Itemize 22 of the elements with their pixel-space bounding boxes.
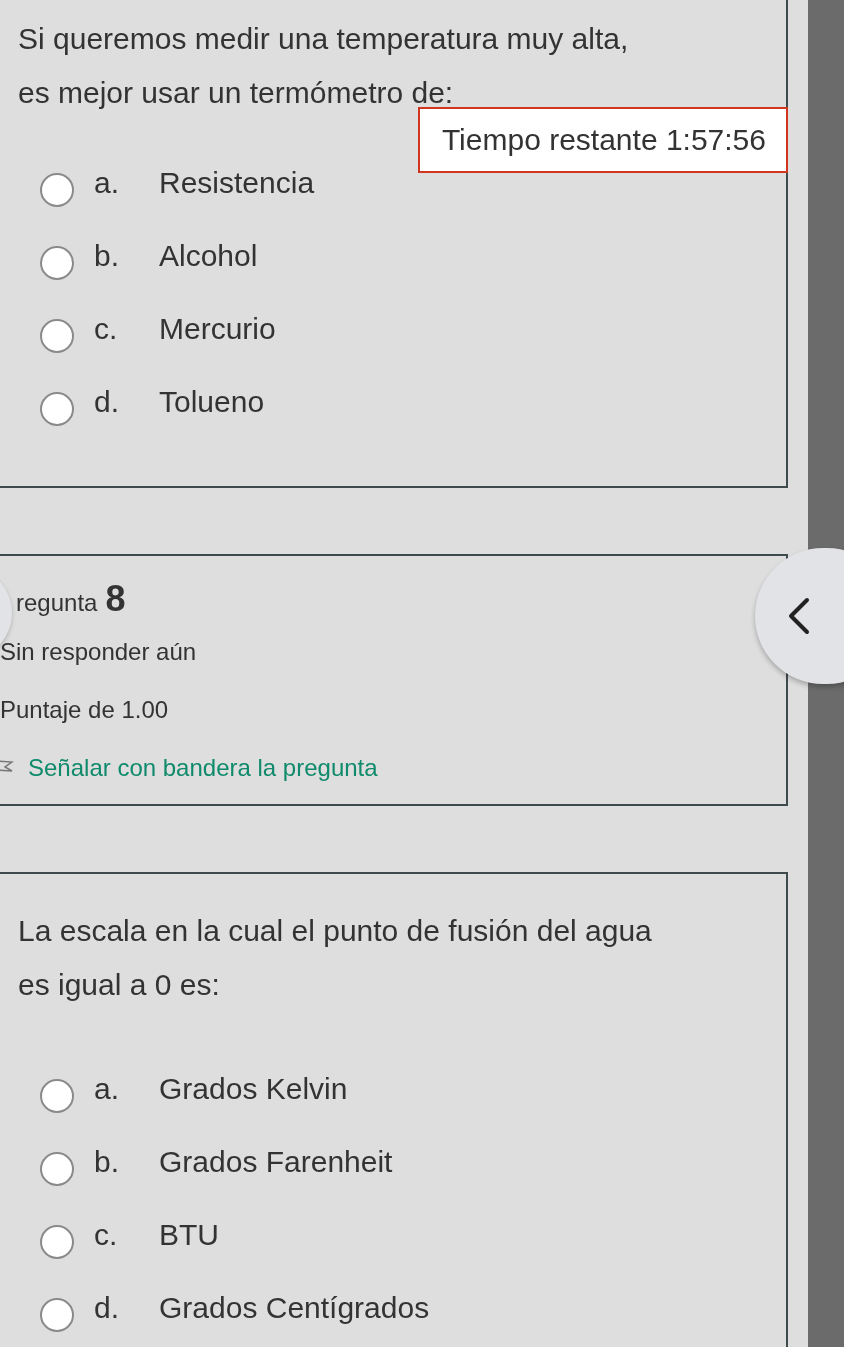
question-text: La escala en la cual el punto de fusión del agua es igual a 0 es: (18, 913, 653, 1003)
option-label[interactable]: Tolueno (159, 384, 265, 419)
option-letter: b. (94, 238, 121, 273)
option-label[interactable]: Mercurio (159, 311, 276, 346)
option-label[interactable]: BTU (159, 1217, 219, 1252)
option-label[interactable]: Grados Centígrados (159, 1290, 430, 1325)
option-letter: d. (94, 1290, 121, 1325)
option-label[interactable]: Grados Kelvin (159, 1071, 348, 1106)
option-letter: a. (94, 1071, 121, 1106)
option-label[interactable]: Resistencia (159, 165, 315, 200)
question-score: Puntaje de 1.00 (0, 696, 170, 725)
option-letter: c. (94, 311, 119, 346)
option-letter: d. (94, 384, 121, 419)
question-label: regunta (16, 589, 98, 617)
option-letter: c. (94, 1217, 119, 1252)
timer: Tiempo restante 1:57:56 (417, 107, 788, 173)
option-letter: b. (94, 1144, 121, 1179)
question-status: Sin responder aún (0, 638, 198, 667)
option-label[interactable]: Grados Farenheit (159, 1144, 393, 1179)
option-label[interactable]: Alcohol (159, 238, 258, 273)
option-letter: a. (94, 165, 121, 200)
question-number: 8 (105, 578, 126, 620)
